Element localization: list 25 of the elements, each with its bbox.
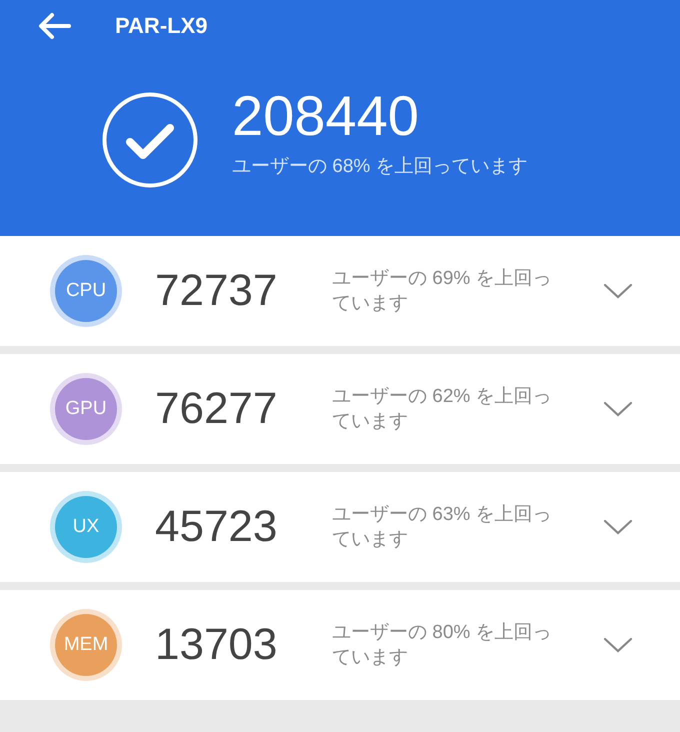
chevron-icon[interactable] <box>603 283 633 299</box>
category-badge: CPU <box>55 260 117 322</box>
percentile-text: ユーザーの 68% を上回っています <box>232 155 528 179</box>
score-card[interactable]: CPU 72737 ユーザーの 69% を上回っています <box>0 236 680 346</box>
percentile-text: ユーザーの 80% を上回っています <box>332 621 552 670</box>
score-card[interactable]: MEM 13703 ユーザーの 80% を上回っています <box>0 590 680 700</box>
chevron-icon[interactable] <box>603 637 633 653</box>
category-badge: UX <box>55 496 117 558</box>
score-card[interactable]: UX 45723 ユーザーの 63% を上回っています <box>0 472 680 582</box>
device-title: PAR-LX9 <box>115 13 208 39</box>
total-score: 208440 <box>232 85 420 147</box>
percentile-text: ユーザーの 69% を上回っています <box>332 267 552 316</box>
percentile-text: ユーザーの 63% を上回っています <box>332 503 552 552</box>
category-score: 45723 <box>155 502 278 552</box>
back-button[interactable] <box>37 12 71 40</box>
check-circle-icon <box>102 92 198 188</box>
category-score: 13703 <box>155 620 278 670</box>
category-score: 76277 <box>155 384 278 434</box>
score-card[interactable]: GPU 76277 ユーザーの 62% を上回っています <box>0 354 680 464</box>
category-badge: MEM <box>55 614 117 676</box>
category-badge: GPU <box>55 378 117 440</box>
chevron-icon[interactable] <box>603 401 633 417</box>
percentile-text: ユーザーの 62% を上回っています <box>332 385 552 434</box>
chevron-icon[interactable] <box>603 519 633 535</box>
category-score: 72737 <box>155 266 278 316</box>
